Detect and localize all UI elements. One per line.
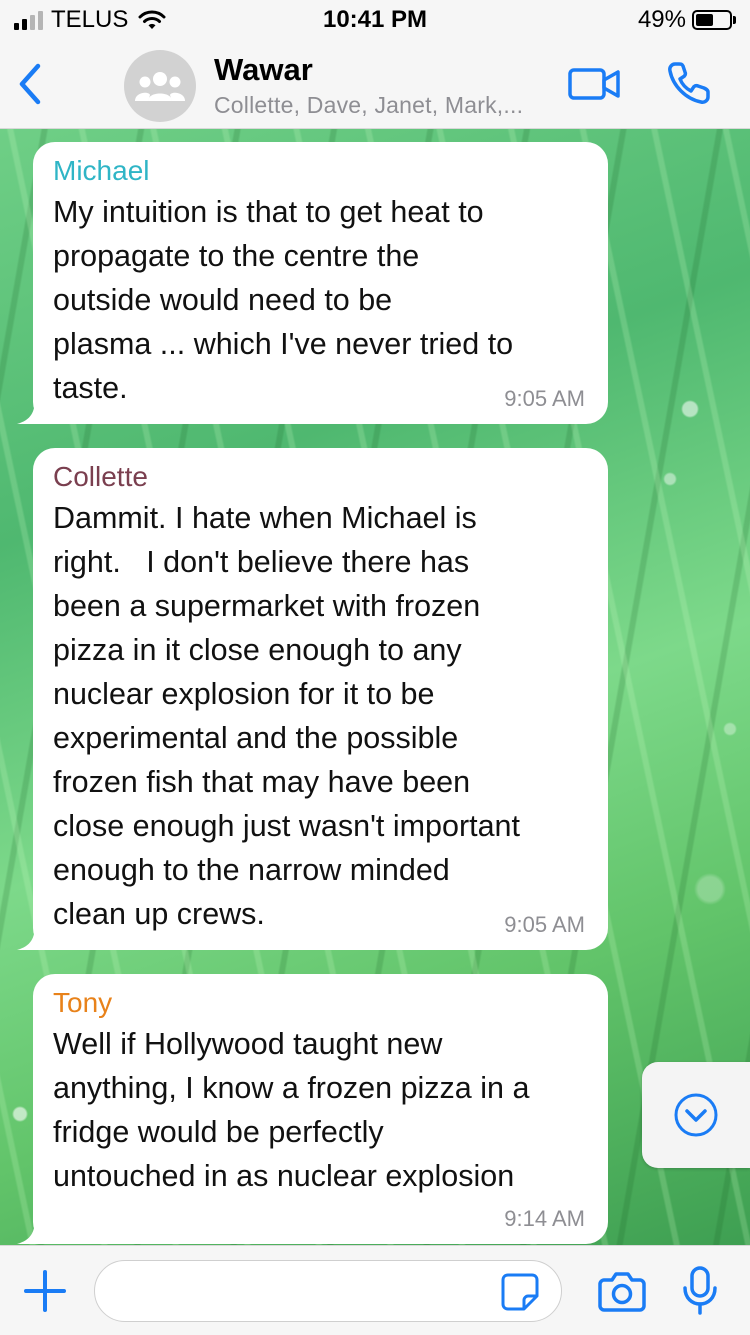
bubble-tail: [17, 398, 57, 424]
message-line: My intuition is that to get heat to: [53, 195, 484, 229]
message-time: 9:05 AM: [504, 386, 585, 411]
message-line: right. I don't believe there has: [53, 545, 470, 579]
message-line: nuclear explosion for it to be: [53, 677, 435, 711]
message-line: plasma ... which I've never tried to: [53, 327, 514, 361]
sticker-icon[interactable]: [500, 1272, 540, 1312]
message-line: propagate to the centre the: [53, 239, 420, 273]
chat-header: Wawar Collette, Dave, Janet, Mark,...: [0, 40, 750, 129]
status-bar: TELUS 10:41 PM 49%: [0, 0, 750, 40]
battery-percent: 49%: [637, 6, 686, 33]
plus-icon[interactable]: [22, 1268, 68, 1314]
camera-icon[interactable]: [598, 1270, 646, 1312]
message-line: enough to the narrow minded: [53, 853, 450, 887]
phone-icon[interactable]: [666, 60, 712, 106]
sender-name[interactable]: Tony: [53, 986, 588, 1020]
message-line: outside would need to be: [53, 283, 393, 317]
message-line: untouched in as nuclear explosion: [53, 1159, 515, 1193]
message-line: anything, I know a frozen pizza in a: [53, 1071, 530, 1105]
message-line: been a supermarket with frozen: [53, 589, 481, 623]
group-icon: [135, 72, 185, 101]
message-text: Dammit. I hate when Michael is right. I …: [53, 496, 588, 936]
message-bubble[interactable]: Collette Dammit. I hate when Michael is …: [17, 448, 608, 950]
chat-participants[interactable]: Collette, Dave, Janet, Mark,...: [214, 92, 523, 119]
message-line: Well if Hollywood taught new: [53, 1027, 443, 1061]
message-bubble[interactable]: Tony Well if Hollywood taught new anythi…: [17, 974, 608, 1244]
bubble-tail: [17, 1218, 57, 1244]
sender-name[interactable]: Collette: [53, 460, 588, 494]
microphone-icon[interactable]: [682, 1266, 718, 1316]
message-bubble[interactable]: Michael My intuition is that to get heat…: [17, 142, 608, 424]
message-line: Dammit. I hate when Michael is: [53, 501, 477, 535]
message-line: experimental and the possible: [53, 721, 459, 755]
message-text: Well if Hollywood taught new anything, I…: [53, 1022, 588, 1198]
message-text: My intuition is that to get heat to prop…: [53, 190, 588, 410]
message-time: 9:14 AM: [504, 1206, 585, 1231]
chat-title[interactable]: Wawar: [214, 52, 313, 88]
bubble-tail: [17, 924, 57, 950]
message-line: close enough just wasn't important: [53, 809, 520, 843]
battery-icon: [692, 10, 732, 30]
battery-tip: [733, 16, 736, 24]
sender-name[interactable]: Michael: [53, 154, 588, 188]
message-input[interactable]: [94, 1260, 562, 1322]
input-bar: [0, 1245, 750, 1335]
message-line: pizza in it close enough to any: [53, 633, 462, 667]
chevron-left-icon[interactable]: [14, 62, 48, 106]
video-camera-icon[interactable]: [567, 64, 621, 104]
message-line: fridge would be perfectly: [53, 1115, 384, 1149]
group-avatar[interactable]: [124, 50, 196, 122]
message-line: frozen fish that may have been: [53, 765, 471, 799]
message-time: 9:05 AM: [504, 912, 585, 937]
scroll-to-bottom-button[interactable]: [642, 1062, 750, 1168]
chevron-down-circle-icon: [674, 1093, 718, 1137]
chat-area[interactable]: Michael My intuition is that to get heat…: [0, 129, 750, 1245]
